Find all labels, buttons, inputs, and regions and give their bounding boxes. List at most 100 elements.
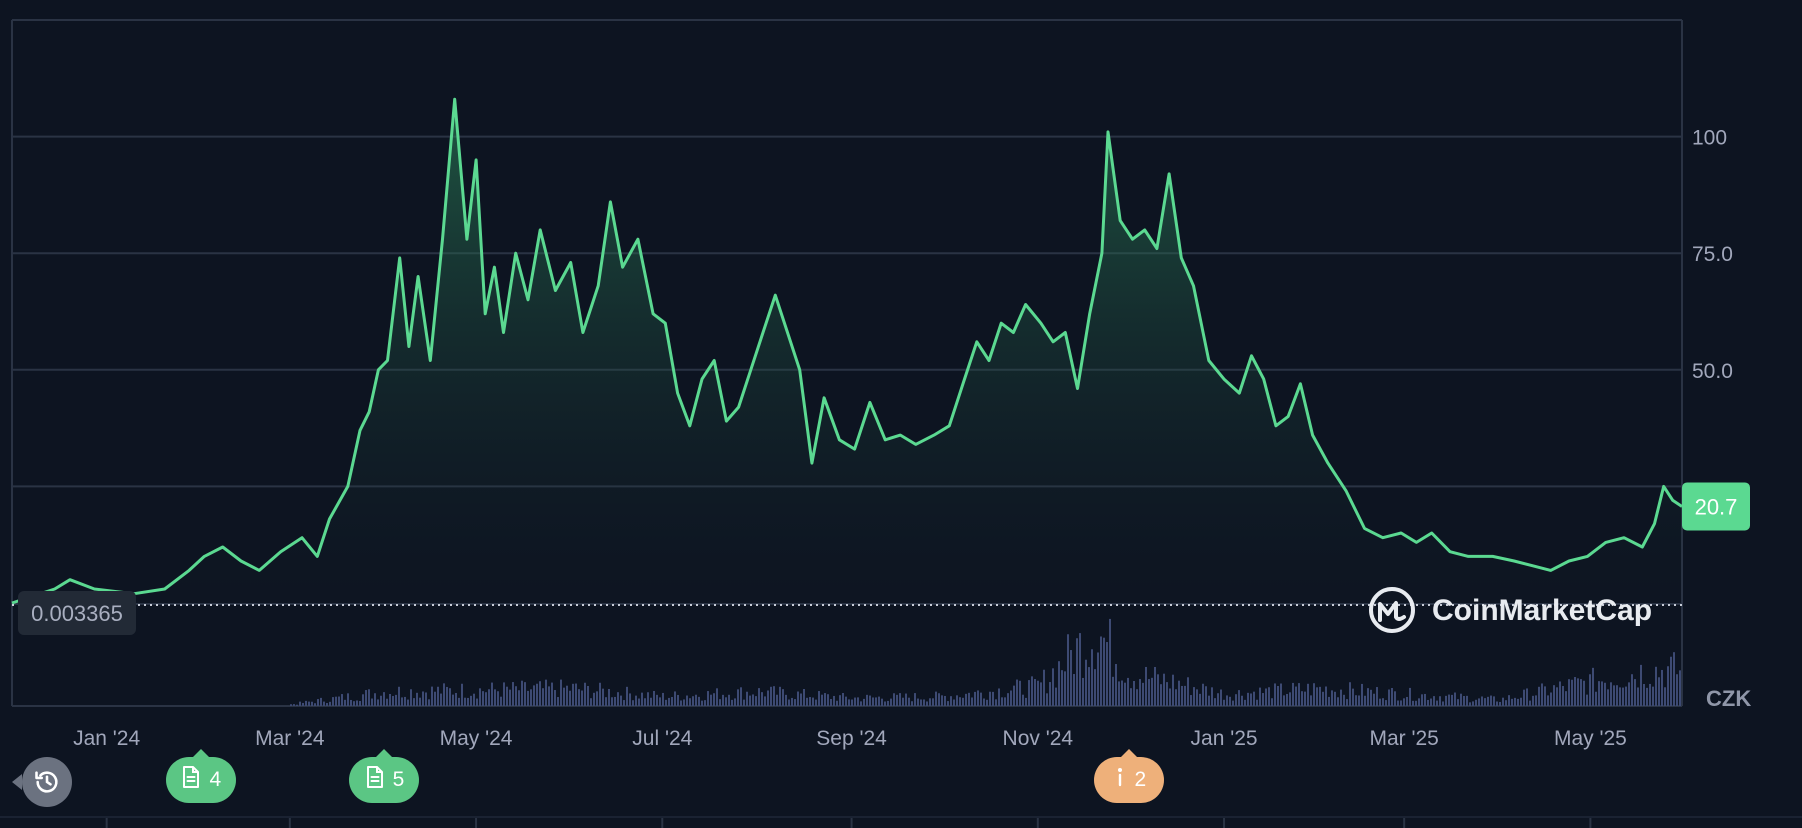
volume-bar — [866, 694, 868, 706]
volume-bar — [629, 693, 631, 706]
volume-bar — [746, 691, 748, 706]
volume-bar — [1130, 688, 1132, 706]
volume-bar — [1331, 690, 1333, 706]
volume-bar — [341, 694, 343, 706]
volume-bar — [1127, 677, 1129, 706]
volume-bar — [302, 702, 304, 706]
history-button[interactable] — [12, 757, 72, 807]
volume-bar — [758, 688, 760, 706]
volume-bar — [1376, 687, 1378, 706]
volume-bar — [1187, 677, 1189, 706]
volume-bar — [1661, 669, 1663, 706]
volume-bar — [731, 699, 733, 706]
volume-bar — [392, 695, 394, 706]
volume-bar — [1649, 683, 1651, 706]
volume-bar — [1583, 680, 1585, 706]
volume-bar — [1334, 691, 1336, 706]
volume-bar — [968, 692, 970, 706]
volume-bar — [650, 697, 652, 706]
volume-bar — [803, 688, 805, 706]
volume-bar — [1025, 697, 1027, 706]
document-icon — [181, 765, 201, 795]
volume-bar — [1145, 666, 1147, 706]
volume-bar — [923, 699, 925, 706]
logo-mark — [1378, 601, 1406, 622]
volume-bar — [1226, 695, 1228, 706]
volume-bar — [1364, 695, 1366, 706]
x-tick-label: Jan '24 — [73, 727, 140, 750]
volume-bar — [1607, 689, 1609, 706]
volume-bar — [719, 699, 721, 706]
volume-bar — [1550, 692, 1552, 706]
history-icon — [35, 771, 58, 793]
volume-bar — [557, 697, 559, 706]
volume-bar — [1310, 695, 1312, 706]
volume-bar — [443, 683, 445, 706]
volume-bar — [1241, 695, 1243, 706]
volume-bar — [518, 690, 520, 706]
volume-bar — [605, 697, 607, 706]
volume-bar — [290, 704, 292, 706]
volume-bar — [683, 699, 685, 706]
volume-bar — [884, 701, 886, 706]
volume-bar — [1136, 689, 1138, 706]
volume-bar — [623, 700, 625, 706]
volume-bar — [857, 697, 859, 706]
volume-bar — [1466, 695, 1468, 706]
price-chart[interactable]: 100 75.0 50.0 Jan '24 Mar '24 May '24 Jul '24 S… — [0, 0, 1802, 828]
volume-bar — [413, 698, 415, 706]
volume-bar — [332, 697, 334, 706]
volume-bar — [767, 690, 769, 706]
event-badge[interactable]: 4 — [166, 749, 237, 803]
volume-bar — [893, 693, 895, 706]
volume-bar — [1535, 695, 1537, 706]
volume-bar — [1373, 693, 1375, 706]
volume-bar — [1001, 697, 1003, 706]
volume-bar — [980, 692, 982, 706]
volume-bar — [1265, 688, 1267, 706]
volume-bar — [1016, 679, 1018, 706]
volume-bar — [1595, 691, 1597, 706]
volume-bar — [839, 695, 841, 706]
volume-bar — [326, 703, 328, 706]
volume-bar — [1439, 696, 1441, 706]
volume-bar — [1589, 674, 1591, 706]
volume-bar — [815, 699, 817, 706]
event-count: 2 — [1134, 768, 1147, 791]
volume-bar — [620, 695, 622, 706]
volume-bar — [959, 697, 961, 706]
event-badge[interactable]: 5 — [349, 749, 420, 803]
volume-bar — [671, 696, 673, 706]
volume-bar — [638, 698, 640, 706]
volume-bar — [1664, 687, 1666, 706]
event-badge[interactable]: 2 — [1094, 749, 1165, 803]
volume-bar — [1430, 698, 1432, 706]
y-tick-label: 50.0 — [1692, 360, 1733, 383]
volume-bar — [1073, 674, 1075, 706]
volume-bar — [599, 682, 601, 706]
volume-bar — [545, 679, 547, 706]
volume-bar — [1499, 701, 1501, 706]
volume-bar — [686, 695, 688, 706]
volume-bar — [338, 696, 340, 706]
volume-bar — [1586, 694, 1588, 706]
volume-bar — [824, 693, 826, 706]
volume-bar — [851, 699, 853, 706]
volume-bar — [1403, 698, 1405, 706]
volume-bar — [998, 688, 1000, 706]
volume-bar — [1352, 688, 1354, 706]
volume-bar — [1415, 700, 1417, 706]
volume-bar — [1106, 642, 1108, 706]
volume-bar — [482, 691, 484, 706]
volume-bar — [1307, 683, 1309, 706]
volume-bar — [662, 692, 664, 706]
volume-bar — [581, 690, 583, 706]
volume-bar — [1487, 696, 1489, 706]
volume-bar — [1211, 687, 1213, 706]
volume-bar — [614, 696, 616, 706]
volume-bar — [725, 697, 727, 706]
volume-bar — [1385, 700, 1387, 706]
volume-bar — [722, 694, 724, 706]
volume-bar — [1457, 699, 1459, 706]
volume-bar — [1256, 699, 1258, 706]
